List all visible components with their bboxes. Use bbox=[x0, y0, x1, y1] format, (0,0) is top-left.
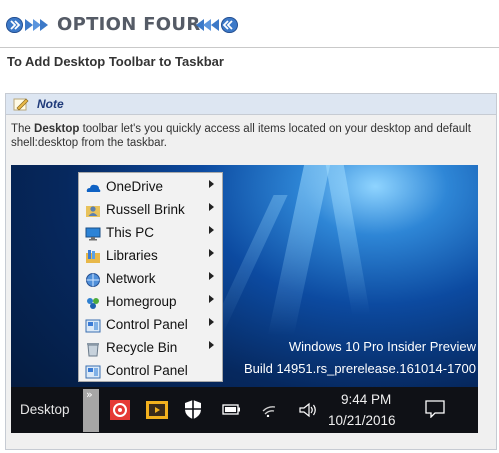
clock-date[interactable]: 10/21/2016 bbox=[328, 413, 396, 428]
note-text: The Desktop toolbar let's you quickly ac… bbox=[11, 123, 471, 149]
double-chevron-left-icon bbox=[196, 17, 238, 33]
submenu-arrow-icon bbox=[209, 272, 214, 280]
chevron-double-right-icon: » bbox=[86, 388, 93, 401]
submenu-arrow-icon bbox=[209, 203, 214, 211]
note-bold-term: Desktop bbox=[34, 123, 80, 135]
wifi-icon[interactable] bbox=[261, 401, 279, 417]
windows-defender-shield-icon[interactable] bbox=[184, 399, 202, 420]
submenu-arrow-icon bbox=[209, 249, 214, 257]
submenu-arrow-icon bbox=[209, 341, 214, 349]
pocketcasts-app-icon[interactable] bbox=[110, 400, 130, 420]
menu-item-network[interactable]: Network bbox=[79, 268, 222, 291]
battery-icon[interactable] bbox=[222, 402, 242, 416]
network-icon bbox=[86, 273, 100, 287]
control-panel-icon bbox=[85, 365, 101, 379]
pencil-note-icon bbox=[13, 98, 29, 111]
submenu-arrow-icon bbox=[209, 295, 214, 303]
menu-item-this-pc[interactable]: This PC bbox=[79, 222, 222, 245]
control-panel-icon bbox=[85, 319, 101, 333]
desktop-screenshot: Windows 10 Pro Insider Preview Build 149… bbox=[11, 165, 478, 433]
double-chevron-right-icon bbox=[6, 17, 48, 33]
submenu-arrow-icon bbox=[209, 318, 214, 326]
user-folder-icon bbox=[86, 206, 100, 217]
page-title: OPTION FOUR bbox=[57, 14, 201, 35]
wallpaper-light-beam bbox=[267, 165, 331, 335]
desktop-toolbar-chevron-button[interactable]: » bbox=[83, 388, 99, 432]
onedrive-icon bbox=[86, 184, 101, 192]
note-header: Note bbox=[6, 94, 496, 115]
note-box: Note The Desktop toolbar let's you quick… bbox=[5, 93, 497, 450]
note-label: Note bbox=[37, 97, 64, 111]
clock-time[interactable]: 9:44 PM bbox=[341, 392, 391, 407]
menu-item-control-panel-2[interactable]: Control Panel bbox=[79, 360, 222, 383]
recycle-bin-icon bbox=[87, 343, 99, 357]
submenu-arrow-icon bbox=[209, 180, 214, 188]
watermark-build: Build 14951.rs_prerelease.161014-1700 bbox=[243, 361, 476, 376]
watermark-edition: Windows 10 Pro Insider Preview bbox=[288, 339, 476, 354]
libraries-icon bbox=[86, 250, 100, 263]
section-subtitle: To Add Desktop Toolbar to Taskbar bbox=[7, 54, 224, 69]
action-center-notification-icon[interactable] bbox=[425, 400, 445, 418]
desktop-toolbar-label[interactable]: Desktop bbox=[20, 402, 70, 417]
header-divider bbox=[0, 47, 499, 48]
homegroup-icon bbox=[87, 298, 99, 309]
menu-item-recycle-bin[interactable]: Recycle Bin bbox=[79, 337, 222, 360]
menu-item-russell-brink[interactable]: Russell Brink bbox=[79, 199, 222, 222]
desktop-toolbar-menu: OneDrive Russell Brink This PC Libraries bbox=[78, 172, 223, 382]
menu-item-onedrive[interactable]: OneDrive bbox=[79, 176, 222, 199]
this-pc-icon bbox=[85, 227, 101, 241]
taskbar: Desktop » 9:44 PM 10/21/2016 bbox=[11, 387, 478, 433]
submenu-arrow-icon bbox=[209, 226, 214, 234]
section-header: OPTION FOUR bbox=[0, 6, 499, 44]
menu-item-libraries[interactable]: Libraries bbox=[79, 245, 222, 268]
volume-icon[interactable] bbox=[298, 402, 318, 418]
menu-item-control-panel[interactable]: Control Panel bbox=[79, 314, 222, 337]
media-app-icon[interactable] bbox=[146, 401, 168, 419]
menu-item-homegroup[interactable]: Homegroup bbox=[79, 291, 222, 314]
wallpaper-light-beam bbox=[325, 165, 371, 315]
